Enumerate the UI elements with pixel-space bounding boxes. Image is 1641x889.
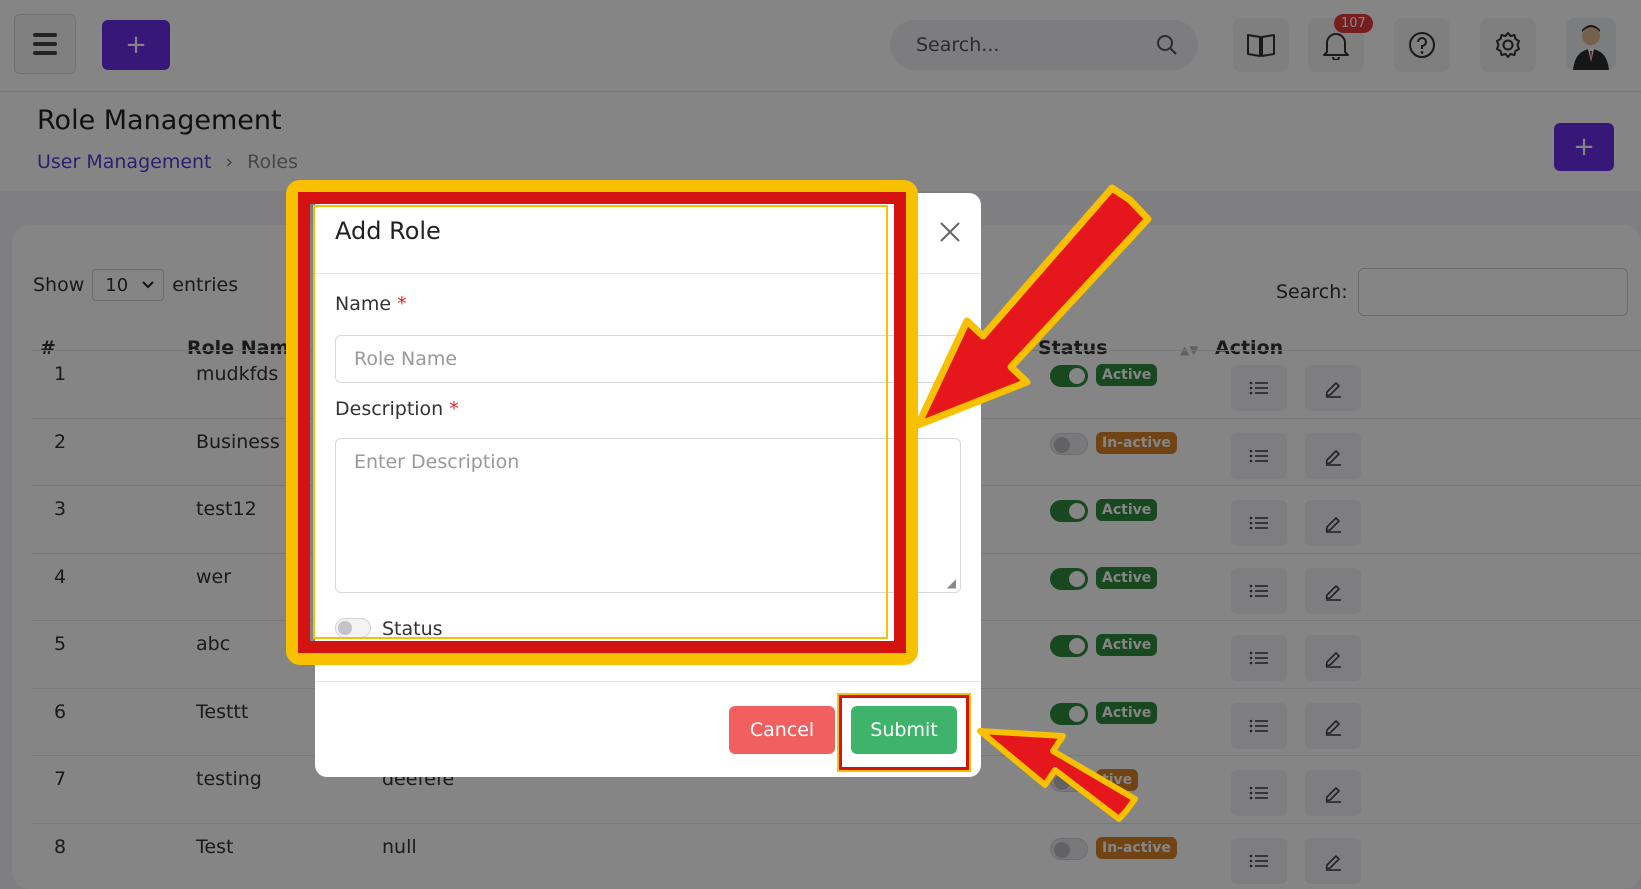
annotation-arrow-form [914, 184, 1152, 429]
annotation-arrows [914, 184, 1152, 822]
annotation-arrow-submit [977, 728, 1138, 822]
